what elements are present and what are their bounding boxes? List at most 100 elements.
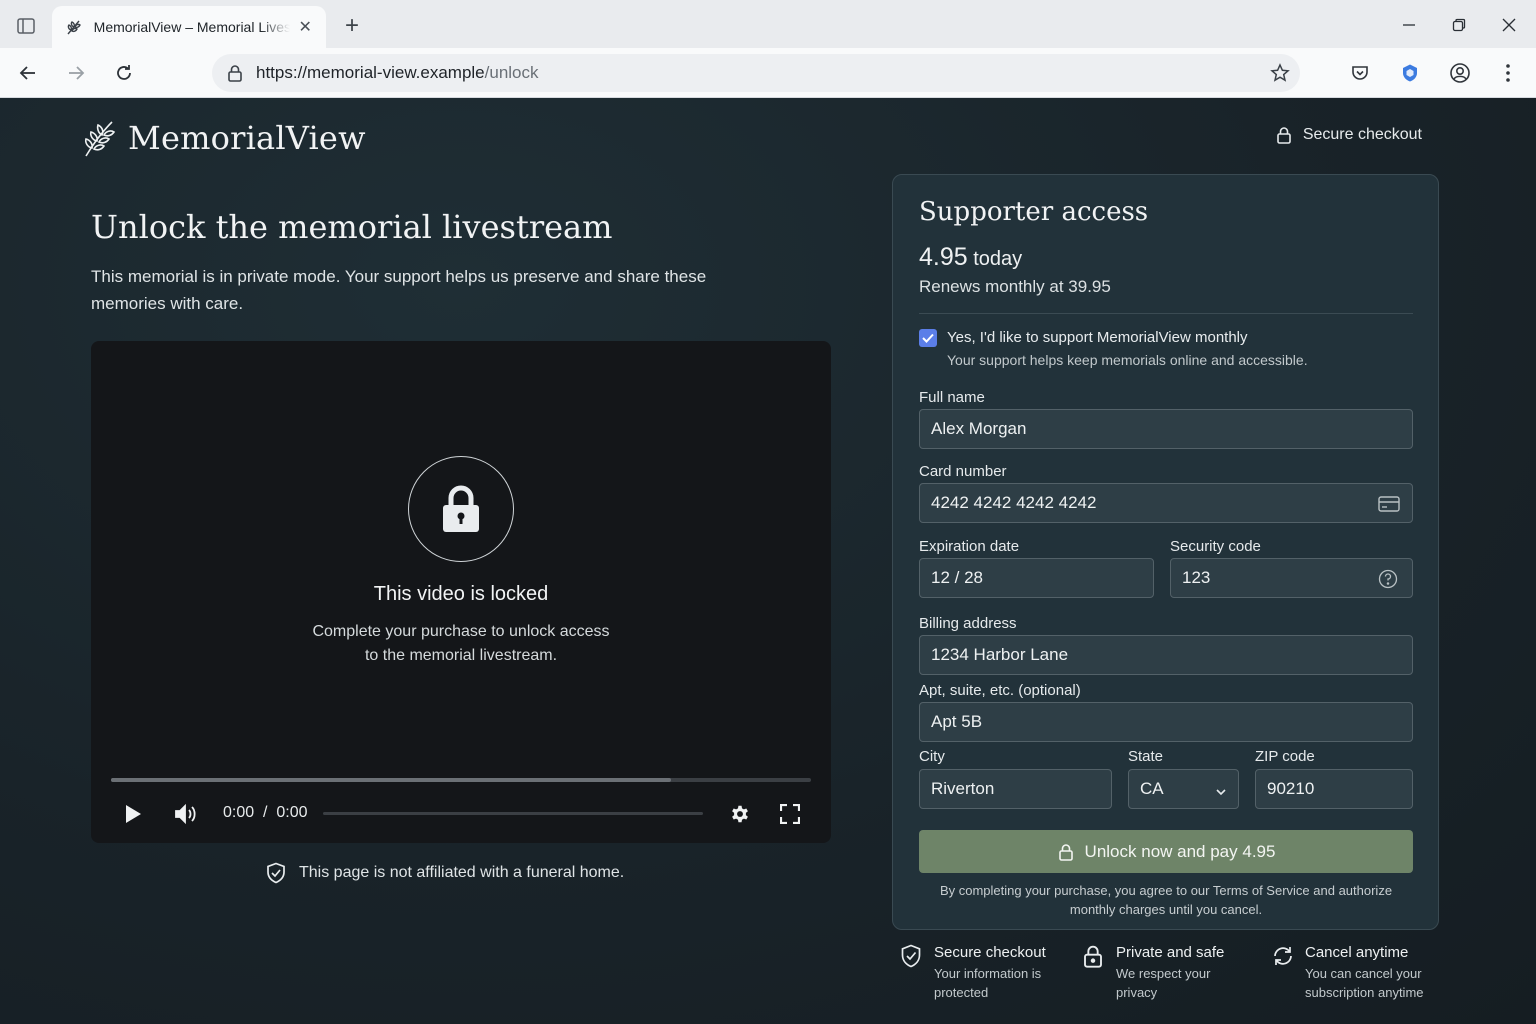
back-arrow-icon[interactable] bbox=[13, 58, 43, 88]
help-circle-icon[interactable] bbox=[1378, 569, 1400, 589]
price-today: 4.95 today bbox=[919, 243, 1022, 272]
secure-checkout-label: Secure checkout bbox=[1302, 126, 1422, 143]
leaf-favicon-icon bbox=[64, 17, 84, 37]
renewal-note: Renews monthly at 39.95 bbox=[919, 277, 1111, 296]
tab-title: MemorialView – Memorial Livestream bbox=[93, 19, 291, 35]
monthly-support-note: Your support helps keep memorials online… bbox=[947, 352, 1308, 368]
browser-toolbar: https://memorial-view.example/unlock bbox=[0, 48, 1536, 98]
lock-icon bbox=[1082, 944, 1106, 970]
tab-close-icon[interactable]: ✕ bbox=[296, 18, 314, 36]
new-tab-icon[interactable]: + bbox=[338, 12, 366, 40]
full-name-value: Alex Morgan bbox=[931, 419, 1027, 438]
price-amount: 4.95 bbox=[919, 243, 968, 271]
zip-value: 90210 bbox=[1267, 779, 1315, 798]
card-number-input[interactable]: 4242 4242 4242 4242 bbox=[919, 483, 1413, 523]
billing-address-input[interactable]: 1234 Harbor Lane bbox=[919, 635, 1413, 675]
apt-input[interactable]: Apt 5B bbox=[919, 702, 1413, 742]
fullscreen-icon[interactable] bbox=[775, 799, 805, 829]
feature-private-safe: Private and safe We respect your privacy bbox=[1082, 944, 1252, 1002]
monthly-support-checkbox[interactable] bbox=[919, 329, 937, 347]
url-text: https://memorial-view.example/unlock bbox=[256, 63, 539, 82]
locked-title: This video is locked bbox=[373, 583, 549, 605]
zip-label: ZIP code bbox=[1255, 748, 1315, 765]
address-bar[interactable]: https://memorial-view.example/unlock bbox=[212, 54, 1300, 92]
page-title: Unlock the memorial livestream bbox=[91, 208, 613, 246]
feature-desc: We respect your privacy bbox=[1116, 966, 1211, 1000]
card-number-label: Card number bbox=[919, 463, 1007, 480]
brand-name: MemorialView bbox=[128, 119, 366, 157]
apt-value: Apt 5B bbox=[931, 712, 983, 731]
unlock-pay-label: Unlock now and pay 4.95 bbox=[1084, 841, 1276, 861]
kebab-menu-icon[interactable] bbox=[1493, 58, 1523, 88]
card-number-value: 4242 4242 4242 4242 bbox=[931, 493, 1097, 512]
state-value: CA bbox=[1140, 779, 1164, 798]
time-display: 0:00 / 0:00 bbox=[223, 804, 308, 821]
brand[interactable]: MemorialView bbox=[82, 118, 366, 158]
close-window-icon[interactable] bbox=[1494, 10, 1524, 40]
profile-avatar-icon[interactable] bbox=[1445, 58, 1475, 88]
city-label: City bbox=[919, 748, 945, 765]
page-subtitle: This memorial is in private mode. Your s… bbox=[91, 267, 707, 313]
full-name-label: Full name bbox=[919, 389, 985, 406]
extension-shield-icon[interactable] bbox=[1395, 58, 1425, 88]
feature-desc: Your information is protected bbox=[934, 966, 1042, 1000]
billing-address-value: 1234 Harbor Lane bbox=[931, 645, 1069, 664]
minimize-icon[interactable] bbox=[1394, 10, 1424, 40]
buffer-progress-fill bbox=[111, 778, 671, 782]
security-code-value: 123 bbox=[1182, 568, 1211, 587]
secure-checkout-badge: Secure checkout bbox=[1275, 126, 1422, 144]
divider bbox=[919, 313, 1413, 314]
padlock-icon[interactable] bbox=[226, 64, 244, 82]
expiration-label: Expiration date bbox=[919, 538, 1020, 555]
billing-address-label: Billing address bbox=[919, 615, 1017, 632]
refresh-icon bbox=[1271, 944, 1295, 970]
browser-tab[interactable]: MemorialView – Memorial Livestream ✕ bbox=[52, 6, 326, 48]
expiration-input[interactable]: 12 / 28 bbox=[919, 558, 1154, 598]
monthly-support-label[interactable]: Yes, I'd like to support MemorialView mo… bbox=[947, 329, 1248, 346]
credit-card-icon bbox=[1378, 494, 1400, 514]
shield-check-icon bbox=[265, 862, 287, 884]
feature-secure-checkout: Secure checkout Your information is prot… bbox=[900, 944, 1070, 1002]
locked-video-icon bbox=[408, 456, 514, 562]
pocket-shield-icon[interactable] bbox=[1345, 58, 1375, 88]
lock-icon bbox=[1057, 843, 1075, 861]
checkout-card: Supporter access 4.95 today Renews month… bbox=[892, 174, 1439, 930]
checkout-title: Supporter access bbox=[919, 197, 1149, 227]
bookmark-star-icon[interactable] bbox=[1270, 63, 1290, 83]
city-input[interactable]: Riverton bbox=[919, 769, 1112, 809]
unlock-pay-button[interactable]: Unlock now and pay 4.95 bbox=[919, 830, 1413, 873]
laurel-logo-icon bbox=[82, 118, 118, 158]
price-suffix: today bbox=[973, 248, 1023, 270]
buffer-progress-bar[interactable] bbox=[111, 778, 811, 782]
zip-input[interactable]: 90210 bbox=[1255, 769, 1413, 809]
disclaimer-text: This page is not affiliated with a funer… bbox=[299, 864, 625, 881]
volume-icon[interactable] bbox=[171, 799, 201, 829]
settings-gear-icon[interactable] bbox=[725, 799, 755, 829]
full-name-input[interactable]: Alex Morgan bbox=[919, 409, 1413, 449]
security-code-input[interactable]: 123 bbox=[1170, 558, 1413, 598]
security-code-label: Security code bbox=[1170, 538, 1261, 555]
shield-check-icon bbox=[900, 944, 924, 970]
video-player[interactable]: This video is locked Complete your purch… bbox=[91, 341, 831, 843]
lock-icon bbox=[1275, 126, 1293, 144]
expiration-value: 12 / 28 bbox=[931, 568, 983, 587]
seek-bar[interactable] bbox=[323, 812, 703, 815]
disclaimer: This page is not affiliated with a funer… bbox=[265, 862, 624, 884]
feature-title: Private and safe bbox=[1116, 944, 1225, 961]
forward-arrow-icon[interactable] bbox=[61, 58, 91, 88]
play-icon[interactable] bbox=[118, 799, 148, 829]
restore-icon[interactable] bbox=[1444, 10, 1474, 40]
feature-title: Secure checkout bbox=[934, 944, 1046, 961]
state-select[interactable]: CA bbox=[1128, 769, 1239, 809]
browser-tab-bar: MemorialView – Memorial Livestream ✕ + bbox=[0, 0, 1536, 48]
feature-cancel-anytime: Cancel anytime You can cancel your subsc… bbox=[1271, 944, 1441, 1002]
state-label: State bbox=[1128, 748, 1164, 765]
chevron-down-icon bbox=[1215, 783, 1227, 803]
feature-desc: You can cancel your subscription anytime bbox=[1305, 966, 1424, 1000]
locked-description: Complete your purchase to unlock access … bbox=[312, 623, 610, 664]
feature-title: Cancel anytime bbox=[1305, 944, 1409, 961]
city-value: Riverton bbox=[931, 779, 995, 798]
reload-icon[interactable] bbox=[109, 58, 139, 88]
sidebar-toggle-icon[interactable] bbox=[12, 12, 40, 40]
page: MemorialView Secure checkout Unlock the … bbox=[0, 98, 1536, 1024]
